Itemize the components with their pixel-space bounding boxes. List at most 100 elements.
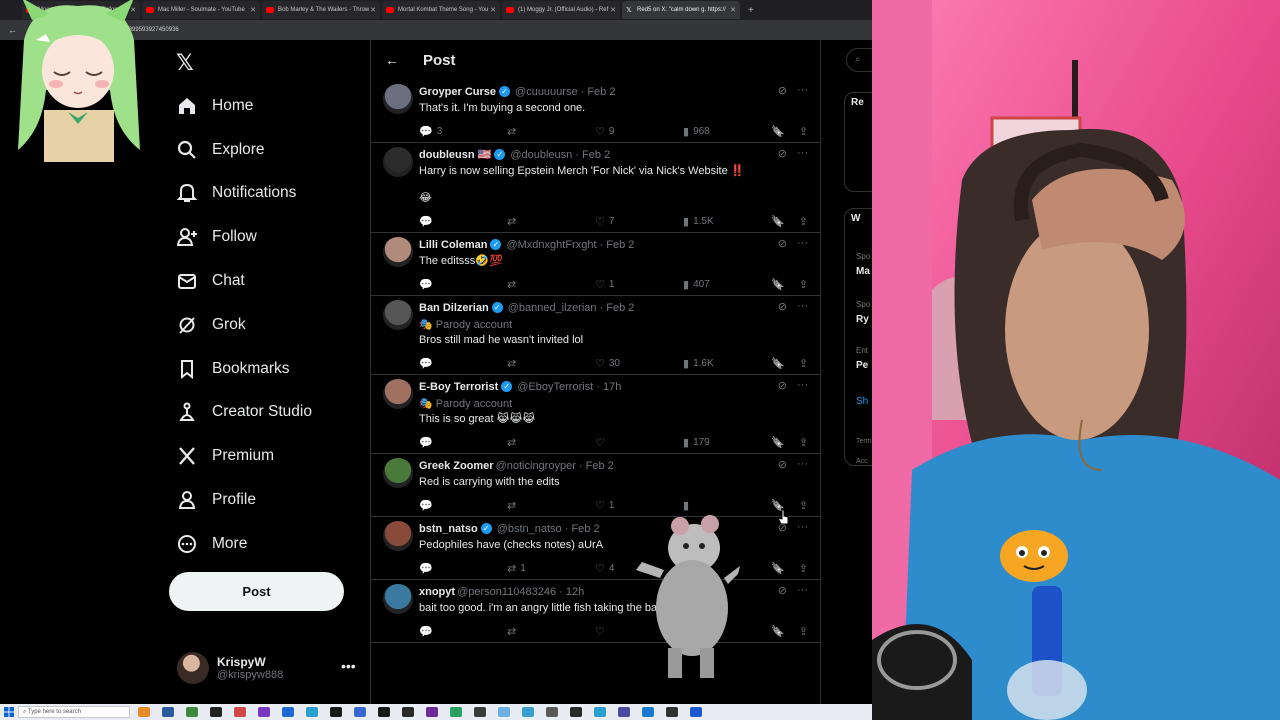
taskbar-app-icon[interactable]: [234, 707, 246, 717]
avatar[interactable]: [383, 84, 413, 114]
taskbar-app-icon[interactable]: [522, 707, 534, 717]
like-button[interactable]: ♡ 30: [595, 357, 683, 370]
new-tab-icon[interactable]: +: [748, 5, 754, 16]
taskbar-app-icon[interactable]: [426, 707, 438, 717]
tweet[interactable]: Lilli Coleman ✓ @MxdnxghtFrxght · Feb 2 ⊘ ··…: [371, 233, 820, 296]
grok-icon[interactable]: ⊘: [778, 458, 787, 471]
share-icon[interactable]: ⇪: [799, 215, 808, 228]
taskbar-app-icon[interactable]: [618, 707, 630, 717]
more-dots-icon[interactable]: ···: [797, 584, 808, 597]
browser-tab[interactable]: Mac Miller - Soulmate - YouTube ✕: [142, 1, 260, 19]
bookmark-icon[interactable]: 🔖: [771, 625, 785, 638]
reply-button[interactable]: 💬: [419, 215, 507, 228]
sidebar-item-creator-studio[interactable]: Creator Studio: [176, 391, 312, 435]
repost-button[interactable]: ⇄: [507, 625, 595, 638]
taskbar-app-icon[interactable]: [210, 707, 222, 717]
share-icon[interactable]: ⇪: [799, 278, 808, 291]
taskbar-app-icon[interactable]: [378, 707, 390, 717]
back-arrow-icon[interactable]: ←: [385, 52, 399, 68]
taskbar-app-icon[interactable]: [474, 707, 486, 717]
taskbar-app-icon[interactable]: [546, 707, 558, 717]
more-dots-icon[interactable]: ···: [797, 521, 808, 534]
taskbar-app-icon[interactable]: [450, 707, 462, 717]
author-name[interactable]: Lilli Coleman: [419, 239, 487, 251]
repost-button[interactable]: ⇄: [507, 278, 595, 291]
views-button[interactable]: ▮ 1.6K: [683, 357, 771, 370]
sidebar-item-notifications[interactable]: Notifications: [176, 172, 312, 216]
repost-button[interactable]: ⇄: [507, 357, 595, 370]
taskbar-app-icon[interactable]: [402, 707, 414, 717]
windows-start-icon[interactable]: [0, 705, 18, 719]
x-logo-icon[interactable]: 𝕏: [176, 50, 194, 76]
share-icon[interactable]: ⇪: [799, 499, 808, 512]
author-handle[interactable]: @doubleusn · Feb 2: [510, 149, 610, 161]
author-name[interactable]: Ban Dilzerian: [419, 302, 489, 314]
grok-icon[interactable]: ⊘: [778, 300, 787, 313]
author-handle[interactable]: @EboyTerrorist · 17h: [517, 381, 621, 393]
author-name[interactable]: xnopyt: [419, 586, 455, 598]
author-handle[interactable]: @MxdnxghtFrxght · Feb 2: [506, 239, 634, 251]
more-dots-icon[interactable]: ···: [797, 300, 808, 313]
bookmark-icon[interactable]: 🔖: [771, 278, 785, 291]
views-button[interactable]: ▮ 407: [683, 278, 771, 291]
grok-icon[interactable]: ⊘: [778, 147, 787, 160]
author-name[interactable]: E-Boy Terrorist: [419, 381, 498, 393]
sidebar-item-more[interactable]: More: [176, 522, 312, 566]
right-label[interactable]: Ry: [856, 314, 869, 325]
taskbar-app-icon[interactable]: [570, 707, 582, 717]
more-dots-icon[interactable]: ···: [797, 147, 808, 160]
browser-tab[interactable]: Bob Marley & The Wailers - Throw ✕: [262, 1, 380, 19]
bookmark-icon[interactable]: 🔖: [771, 562, 785, 575]
taskbar-app-icon[interactable]: [690, 707, 702, 717]
reply-button[interactable]: 💬: [419, 436, 507, 449]
close-icon[interactable]: ✕: [610, 6, 616, 14]
taskbar-app-icon[interactable]: [594, 707, 606, 717]
taskbar-app-icon[interactable]: [258, 707, 270, 717]
reply-button[interactable]: 💬: [419, 625, 507, 638]
repost-button[interactable]: ⇄: [507, 499, 595, 512]
sidebar-item-bookmarks[interactable]: Bookmarks: [176, 347, 312, 391]
avatar[interactable]: [383, 379, 413, 409]
sidebar-item-chat[interactable]: Chat: [176, 259, 312, 303]
like-button[interactable]: ♡: [595, 436, 683, 449]
author-name[interactable]: Groyper Curse: [419, 86, 496, 98]
reply-button[interactable]: 💬: [419, 357, 507, 370]
tweet[interactable]: xnopyt @person110483246 · 12h ⊘ ··· bait too…: [371, 580, 820, 643]
avatar[interactable]: [383, 521, 413, 551]
sidebar-item-profile[interactable]: Profile: [176, 478, 312, 522]
more-dots-icon[interactable]: ···: [797, 84, 808, 97]
author-handle[interactable]: @bstn_natso · Feb 2: [497, 523, 600, 535]
taskbar-app-icon[interactable]: [498, 707, 510, 717]
show-more-link[interactable]: Sh: [856, 396, 868, 407]
bookmark-icon[interactable]: 🔖: [771, 436, 785, 449]
share-icon[interactable]: ⇪: [799, 357, 808, 370]
taskbar-app-icon[interactable]: [306, 707, 318, 717]
more-dots-icon[interactable]: ···: [797, 237, 808, 250]
taskbar-app-icon[interactable]: [666, 707, 678, 717]
reply-button[interactable]: 💬: [419, 562, 507, 575]
close-icon[interactable]: ✕: [370, 6, 376, 14]
sidebar-item-grok[interactable]: Grok: [176, 303, 312, 347]
more-dots-icon[interactable]: •••: [341, 658, 356, 674]
taskbar-app-icon[interactable]: [162, 707, 174, 717]
sidebar-item-home[interactable]: Home: [176, 84, 312, 128]
taskbar-app-icon[interactable]: [186, 707, 198, 717]
share-icon[interactable]: ⇪: [799, 625, 808, 638]
reply-button[interactable]: 💬 3: [419, 125, 507, 138]
sidebar-item-follow[interactable]: Follow: [176, 215, 312, 259]
sidebar-item-explore[interactable]: Explore: [176, 128, 312, 172]
repost-button[interactable]: ⇄ 1: [507, 562, 595, 575]
right-label[interactable]: Pe: [856, 360, 868, 371]
grok-icon[interactable]: ⊘: [778, 379, 787, 392]
like-button[interactable]: ♡ 7: [595, 215, 683, 228]
share-icon[interactable]: ⇪: [799, 436, 808, 449]
reply-button[interactable]: 💬: [419, 499, 507, 512]
avatar[interactable]: [383, 458, 413, 488]
author-handle[interactable]: @noticingroyper · Feb 2: [496, 460, 614, 472]
views-button[interactable]: ▮ 968: [683, 125, 771, 138]
share-icon[interactable]: ⇪: [799, 125, 808, 138]
post-button[interactable]: Post: [169, 572, 344, 611]
taskbar-app-icon[interactable]: [642, 707, 654, 717]
sidebar-item-premium[interactable]: Premium: [176, 434, 312, 478]
tweet[interactable]: Greek Zoomer @noticingroyper · Feb 2 ⊘ ··· R…: [371, 454, 820, 517]
